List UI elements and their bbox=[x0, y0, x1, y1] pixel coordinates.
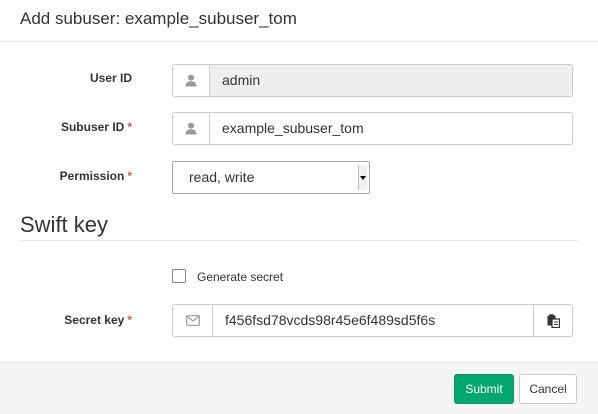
generate-secret-checkbox[interactable] bbox=[172, 269, 186, 283]
subuser-id-label: Subuser ID * bbox=[20, 120, 132, 134]
cancel-button[interactable]: Cancel bbox=[519, 374, 577, 404]
subuser-id-input[interactable]: example_subuser_tom bbox=[210, 113, 572, 144]
required-marker: * bbox=[127, 120, 132, 134]
subuser-id-row: Subuser ID * example_subuser_tom bbox=[0, 112, 598, 145]
permission-label-text: Permission bbox=[59, 169, 125, 183]
required-marker: * bbox=[127, 313, 132, 327]
secret-key-label: Secret key * bbox=[20, 313, 132, 327]
permission-label: Permission * bbox=[20, 169, 132, 183]
permission-row: Permission * read, write bbox=[0, 161, 598, 194]
section-divider bbox=[20, 240, 578, 241]
generate-secret-label[interactable]: Generate secret bbox=[197, 270, 283, 284]
add-subuser-modal: Add subuser: example_subuser_tom User ID… bbox=[0, 0, 598, 414]
secret-key-row: Secret key * f456fsd78vcds98r45e6f489sd5f… bbox=[0, 304, 598, 337]
user-icon bbox=[173, 113, 210, 144]
user-id-input-group: admin bbox=[172, 64, 573, 97]
permission-selected-value: read, write bbox=[189, 169, 255, 185]
secret-key-input[interactable]: f456fsd78vcds98r45e6f489sd5f6s bbox=[213, 305, 533, 336]
submit-button[interactable]: Submit bbox=[454, 374, 514, 404]
subuser-id-label-text: Subuser ID bbox=[60, 120, 125, 134]
copy-icon[interactable] bbox=[533, 305, 572, 336]
modal-footer: Submit Cancel bbox=[0, 362, 598, 414]
chevron-down-icon[interactable] bbox=[358, 165, 367, 190]
subuser-id-input-group: example_subuser_tom bbox=[172, 112, 573, 145]
envelope-icon bbox=[173, 305, 213, 336]
section-title: Swift key bbox=[20, 212, 109, 237]
secret-key-input-group: f456fsd78vcds98r45e6f489sd5f6s bbox=[172, 304, 573, 337]
required-marker: * bbox=[127, 169, 132, 183]
secret-key-label-text: Secret key bbox=[64, 313, 125, 327]
modal-title: Add subuser: example_subuser_tom bbox=[20, 9, 297, 28]
user-icon bbox=[173, 65, 210, 96]
user-id-row: User ID admin bbox=[0, 64, 598, 97]
permission-select[interactable]: read, write bbox=[172, 161, 370, 194]
user-id-label: User ID bbox=[20, 71, 132, 85]
user-id-field: admin bbox=[210, 65, 572, 96]
user-id-label-text: User ID bbox=[89, 71, 132, 85]
modal-header: Add subuser: example_subuser_tom bbox=[0, 0, 598, 42]
